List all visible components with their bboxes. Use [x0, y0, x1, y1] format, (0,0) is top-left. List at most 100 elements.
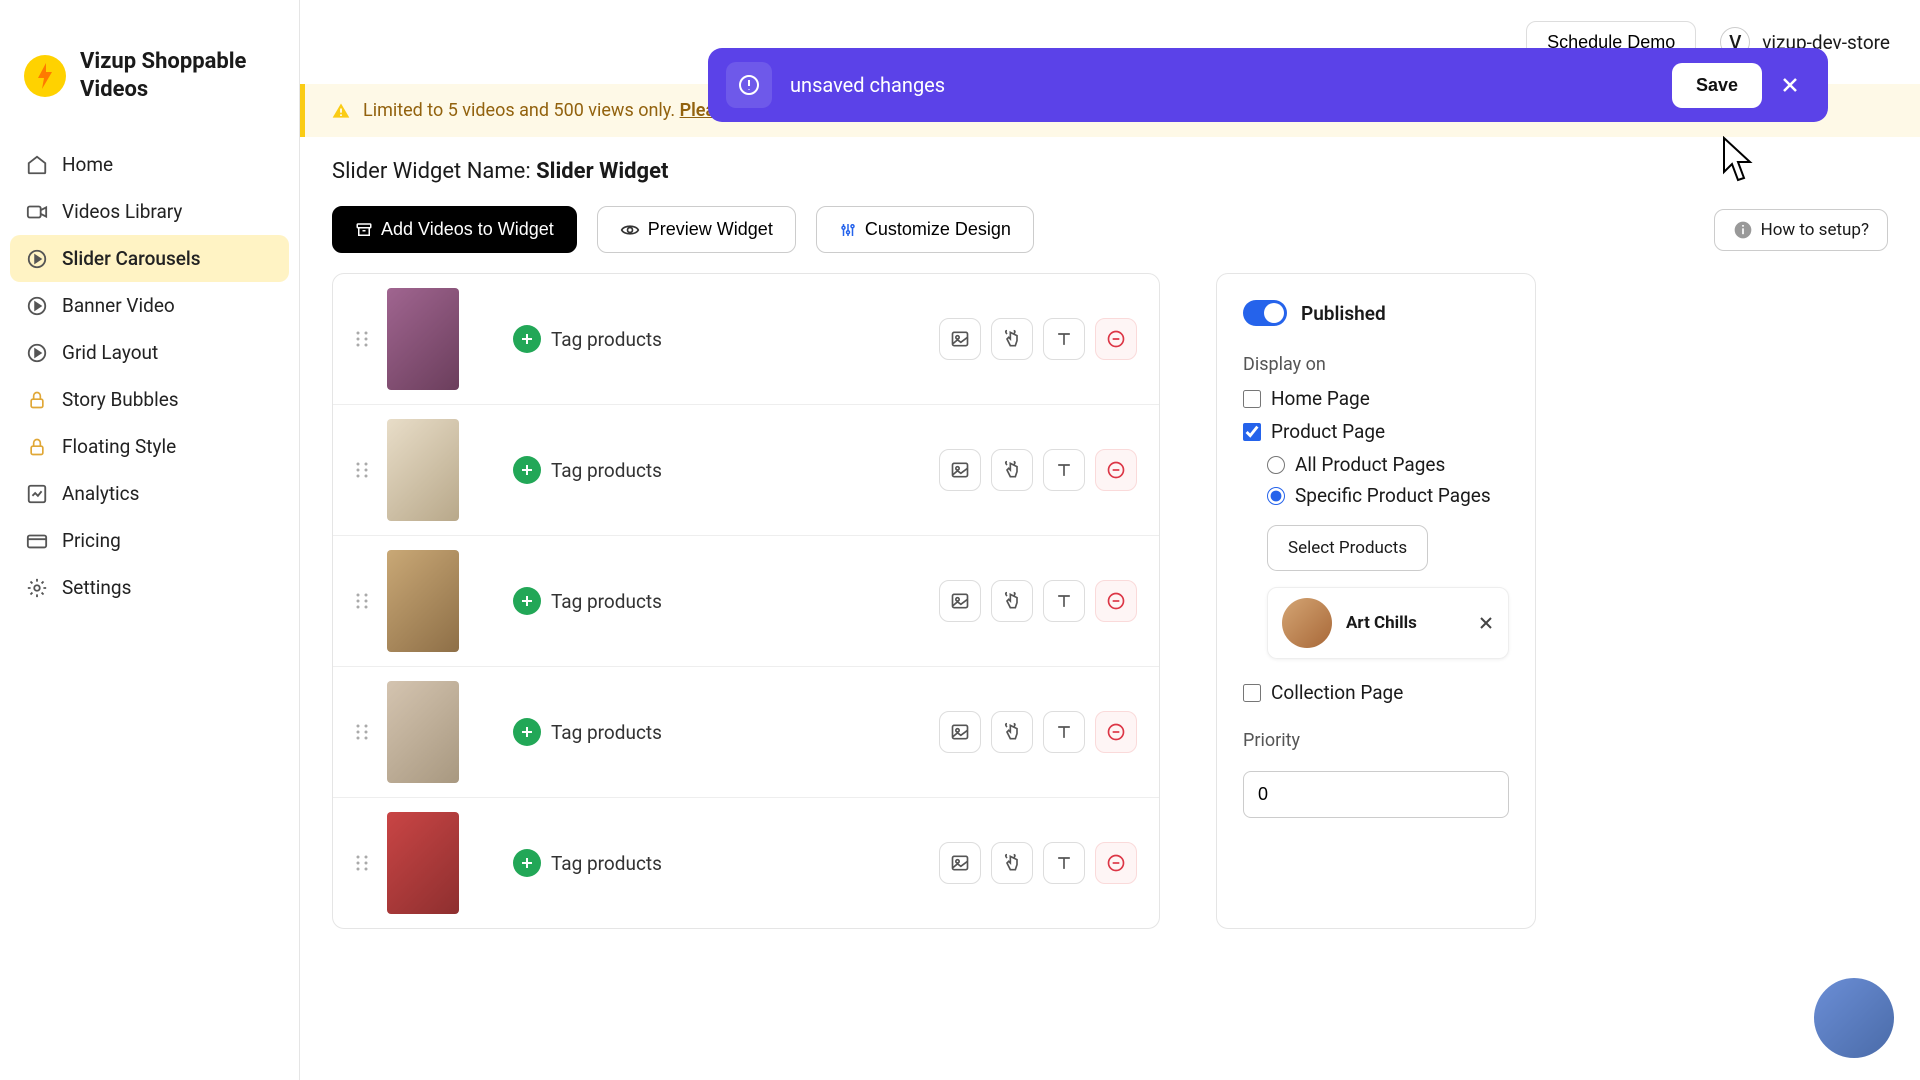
priority-input[interactable]: [1243, 771, 1509, 818]
text-action-button[interactable]: [1043, 449, 1085, 491]
image-action-button[interactable]: [939, 842, 981, 884]
tap-action-button[interactable]: [991, 842, 1033, 884]
nav-story-bubbles[interactable]: Story Bubbles: [10, 376, 289, 423]
drag-handle-icon[interactable]: [355, 460, 369, 480]
video-thumbnail[interactable]: [387, 550, 459, 652]
chart-icon: [26, 483, 48, 505]
brand-title: Vizup Shoppable Videos: [80, 48, 275, 103]
drag-handle-icon[interactable]: [355, 591, 369, 611]
tag-products-label[interactable]: Tag products: [551, 459, 662, 482]
brand-logo: [24, 55, 66, 97]
nav-banner-video[interactable]: Banner Video: [10, 282, 289, 329]
image-action-button[interactable]: [939, 449, 981, 491]
text-action-button[interactable]: [1043, 580, 1085, 622]
text-action-button[interactable]: [1043, 711, 1085, 753]
settings-panel: Published Display on Home Page Product P…: [1216, 273, 1536, 929]
select-products-button[interactable]: Select Products: [1267, 525, 1428, 571]
display-on-label: Display on: [1243, 354, 1509, 375]
collection-page-checkbox[interactable]: Collection Page: [1243, 681, 1509, 704]
tag-products-add-icon[interactable]: [513, 587, 541, 615]
dismiss-banner-icon[interactable]: [1770, 65, 1810, 105]
video-row: Tag products: [333, 798, 1159, 928]
nav-analytics[interactable]: Analytics: [10, 470, 289, 517]
remove-action-button[interactable]: [1095, 318, 1137, 360]
drag-handle-icon[interactable]: [355, 722, 369, 742]
tag-products-label[interactable]: Tag products: [551, 852, 662, 875]
add-videos-button[interactable]: Add Videos to Widget: [332, 206, 577, 253]
video-thumbnail[interactable]: [387, 812, 459, 914]
video-row: Tag products: [333, 667, 1159, 798]
warning-text: Limited to 5 videos and 500 views only.: [363, 100, 680, 121]
nav-label: Home: [62, 153, 113, 176]
remove-product-icon[interactable]: [1478, 615, 1494, 631]
info-icon: [1733, 220, 1753, 240]
video-thumbnail[interactable]: [387, 419, 459, 521]
nav-label: Story Bubbles: [62, 388, 179, 411]
home-page-checkbox[interactable]: Home Page: [1243, 387, 1509, 410]
text-action-button[interactable]: [1043, 842, 1085, 884]
nav-videos-library[interactable]: Videos Library: [10, 188, 289, 235]
tap-action-button[interactable]: [991, 580, 1033, 622]
play-icon: [26, 295, 48, 317]
nav-settings[interactable]: Settings: [10, 564, 289, 611]
save-button[interactable]: Save: [1672, 63, 1762, 108]
customize-design-button[interactable]: Customize Design: [816, 206, 1034, 253]
gear-icon: [26, 577, 48, 599]
remove-action-button[interactable]: [1095, 449, 1137, 491]
priority-label: Priority: [1243, 730, 1509, 751]
video-row: Tag products: [333, 405, 1159, 536]
nav-label: Settings: [62, 576, 131, 599]
tag-products-add-icon[interactable]: [513, 325, 541, 353]
specific-product-pages-radio[interactable]: Specific Product Pages: [1267, 484, 1509, 507]
video-thumbnail[interactable]: [387, 681, 459, 783]
remove-action-button[interactable]: [1095, 711, 1137, 753]
tag-products-add-icon[interactable]: [513, 456, 541, 484]
all-product-pages-radio[interactable]: All Product Pages: [1267, 453, 1509, 476]
image-action-button[interactable]: [939, 318, 981, 360]
drag-handle-icon[interactable]: [355, 329, 369, 349]
drag-handle-icon[interactable]: [355, 853, 369, 873]
support-chat-fab[interactable]: [1814, 978, 1894, 1058]
preview-widget-button[interactable]: Preview Widget: [597, 206, 796, 253]
unsaved-changes-banner: unsaved changes Save: [708, 48, 1828, 122]
lock-icon: [26, 389, 48, 411]
tag-products-label[interactable]: Tag products: [551, 721, 662, 744]
nav-label: Videos Library: [62, 200, 182, 223]
image-action-button[interactable]: [939, 711, 981, 753]
nav-pricing[interactable]: Pricing: [10, 517, 289, 564]
video-row: Tag products: [333, 274, 1159, 405]
tap-action-button[interactable]: [991, 449, 1033, 491]
remove-action-button[interactable]: [1095, 580, 1137, 622]
widget-name-heading: Slider Widget Name: Slider Widget: [332, 159, 1888, 184]
nav-grid-layout[interactable]: Grid Layout: [10, 329, 289, 376]
video-thumbnail[interactable]: [387, 288, 459, 390]
tap-action-button[interactable]: [991, 318, 1033, 360]
tag-products-label[interactable]: Tag products: [551, 590, 662, 613]
home-icon: [26, 154, 48, 176]
nav-floating-style[interactable]: Floating Style: [10, 423, 289, 470]
how-to-setup-button[interactable]: How to setup?: [1714, 209, 1888, 251]
play-icon: [26, 248, 48, 270]
text-action-button[interactable]: [1043, 318, 1085, 360]
sliders-icon: [839, 221, 857, 239]
product-page-checkbox[interactable]: Product Page: [1243, 420, 1509, 443]
image-action-button[interactable]: [939, 580, 981, 622]
tag-products-add-icon[interactable]: [513, 718, 541, 746]
remove-action-button[interactable]: [1095, 842, 1137, 884]
published-label: Published: [1301, 302, 1386, 325]
nav-label: Pricing: [62, 529, 121, 552]
tag-products-label[interactable]: Tag products: [551, 328, 662, 351]
nav-slider-carousels[interactable]: Slider Carousels: [10, 235, 289, 282]
nav-home[interactable]: Home: [10, 141, 289, 188]
brand-header: Vizup Shoppable Videos: [10, 48, 289, 129]
play-icon: [26, 342, 48, 364]
tag-products-add-icon[interactable]: [513, 849, 541, 877]
archive-icon: [355, 221, 373, 239]
selected-product-chip: Art Chills: [1267, 587, 1509, 659]
video-list: Tag products: [332, 273, 1160, 929]
warning-icon: [331, 101, 351, 121]
nav-label: Grid Layout: [62, 341, 158, 364]
published-toggle[interactable]: [1243, 300, 1287, 326]
product-name: Art Chills: [1346, 613, 1464, 633]
tap-action-button[interactable]: [991, 711, 1033, 753]
